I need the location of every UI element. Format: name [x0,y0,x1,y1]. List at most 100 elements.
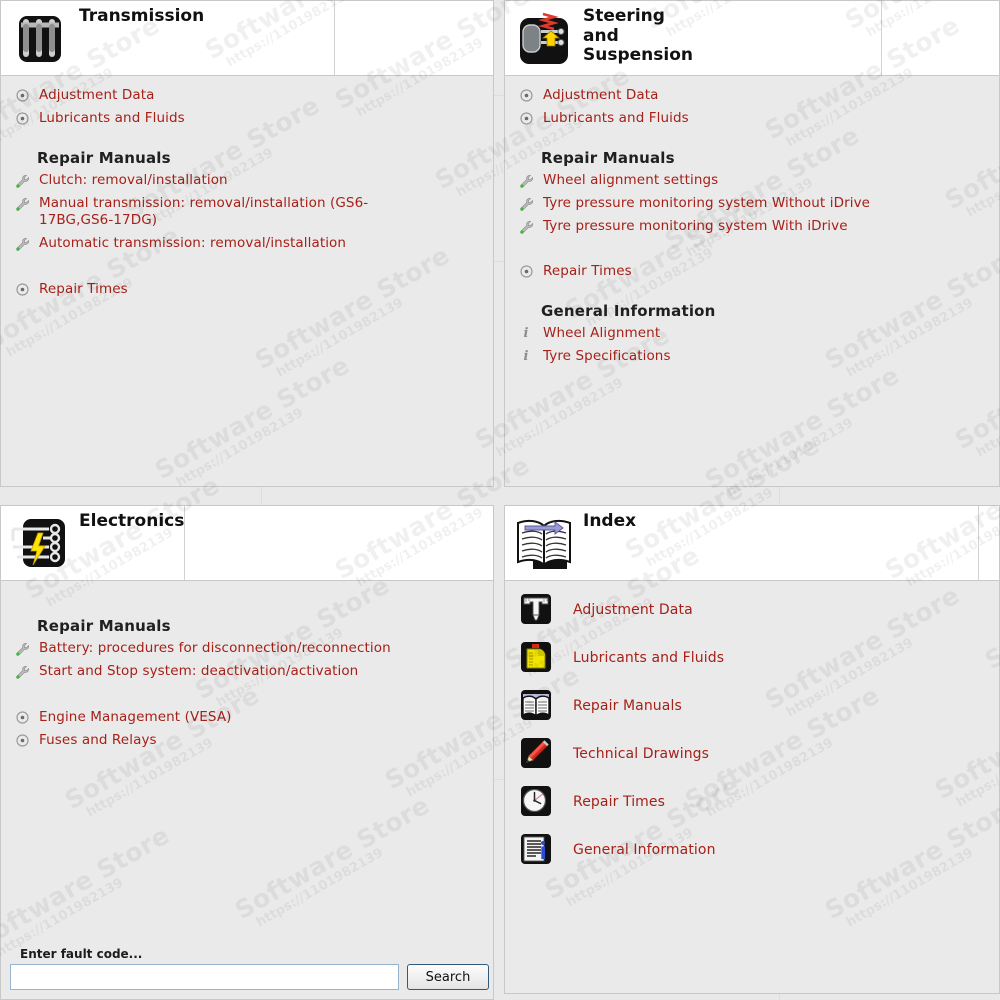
link-label: Clutch: removal/installation [39,171,228,188]
link-label: Fuses and Relays [39,731,157,748]
wrench-icon [11,663,33,680]
pencil-ruler-icon [519,737,553,769]
steering-body: Adjustment Data Lubricants and Fluids Re… [505,76,999,368]
clock-icon [519,785,553,817]
link-automatic-transmission-removal-installation[interactable]: Automatic transmission: removal/installa… [1,232,493,255]
link-tpms-with-idrive[interactable]: Tyre pressure monitoring system With iDr… [505,215,999,238]
link-tpms-without-idrive[interactable]: Tyre pressure monitoring system Without … [505,192,999,215]
fault-code-search: Enter fault code... Search [2,947,497,998]
link-label: Battery: procedures for disconnection/re… [39,640,391,656]
link-label: Engine Management (VESA) [39,708,232,725]
index-item-label: Adjustment Data [573,602,693,618]
transmission-header: Transmission [1,1,493,76]
bullet-dot-icon [11,732,33,747]
fault-code-input[interactable] [10,964,399,990]
index-item-label: Technical Drawings [573,746,710,762]
link-adjustment-data[interactable]: Adjustment Data [1,84,493,107]
bullet-dot-icon [11,110,33,125]
search-button[interactable]: Search [407,964,489,990]
index-item-label: Lubricants and Fluids [573,650,725,666]
link-label: Lubricants and Fluids [543,110,689,127]
link-repair-times[interactable]: Repair Times [505,260,999,283]
fault-code-label: Enter fault code... [20,947,143,961]
link-lubricants-and-fluids[interactable]: Lubricants and Fluids [1,107,493,130]
section-repair-manuals: Repair Manuals [37,148,171,167]
bullet-dot-icon [11,87,33,102]
caliper-icon [519,593,553,625]
electronics-header: Electronics [1,506,493,581]
wrench-icon [11,172,33,189]
bullet-dot-icon [11,709,33,724]
header-divider [184,506,185,580]
panel-transmission: Transmission Adjustment Data Lubricants … [0,0,494,487]
link-lubricants-and-fluids[interactable]: Lubricants and Fluids [505,107,999,130]
link-tyre-specifications[interactable]: i Tyre Specifications [505,345,999,368]
index-item-label: Repair Manuals [573,698,682,714]
open-book-icon [519,689,553,721]
link-start-stop-system[interactable]: Start and Stop system: deactivation/acti… [1,660,493,683]
steering-header: Steering and Suspension [505,1,999,76]
header-divider [881,1,882,75]
bullet-dot-icon [11,281,33,296]
index-title: Index [583,511,637,531]
index-item-adjustment-data[interactable]: Adjustment Data [505,585,999,633]
index-item-label: Repair Times [573,794,666,810]
wrench-icon [515,218,537,235]
wrench-icon [515,172,537,189]
link-label: Repair Times [39,280,128,297]
link-label: Tyre pressure monitoring system Without … [543,194,871,211]
section-repair-manuals: Repair Manuals [37,617,171,635]
link-label: Tyre pressure monitoring system With iDr… [543,218,848,235]
electronics-title: Electronics [79,511,185,531]
link-engine-management-vesa[interactable]: Engine Management (VESA) [1,706,493,729]
link-label: Adjustment Data [39,87,155,103]
transmission-gears-icon [9,8,71,70]
header-divider [334,1,335,75]
electronics-circuit-icon [9,513,71,575]
info-i-icon: i [523,348,529,364]
document-info-icon [519,833,553,865]
index-item-repair-manuals[interactable]: Repair Manuals [505,681,999,729]
section-general-information: General Information [541,301,716,320]
electronics-body: Repair Manuals Battery: procedures for d… [1,581,493,752]
link-battery-disconnection-reconnection[interactable]: Battery: procedures for disconnection/re… [1,637,493,660]
panel-electronics: Electronics Repair Manuals Battery: proc… [0,505,494,1000]
section-repair-manuals: Repair Manuals [541,148,675,167]
link-label: Manual transmission: removal/installatio… [39,194,369,229]
steering-title: Steering and Suspension [583,6,693,66]
wrench-icon [515,195,537,212]
index-item-repair-times[interactable]: Repair Times [505,777,999,825]
header-divider [978,506,979,580]
index-item-general-information[interactable]: General Information [505,825,999,873]
info-i-icon: i [523,325,529,341]
panel-steering-and-suspension: Steering and Suspension Adjustment Data … [504,0,1000,487]
link-label: Adjustment Data [543,87,659,103]
wrench-icon [11,640,33,657]
transmission-title: Transmission [79,6,205,26]
index-item-lubricants-and-fluids[interactable]: Lubricants and Fluids [505,633,999,681]
index-header: Index [505,506,999,581]
link-wheel-alignment[interactable]: i Wheel Alignment [505,322,999,345]
bullet-dot-icon [515,87,537,102]
wrench-icon [11,195,33,212]
suspension-strut-icon [513,8,575,70]
link-label: Lubricants and Fluids [39,110,185,127]
link-clutch-removal-installation[interactable]: Clutch: removal/installation [1,169,493,192]
link-adjustment-data[interactable]: Adjustment Data [505,84,999,107]
open-book-arrow-icon [513,513,575,575]
link-repair-times[interactable]: Repair Times [1,278,493,301]
index-item-technical-drawings[interactable]: Technical Drawings [505,729,999,777]
link-manual-transmission-removal-installation[interactable]: Manual transmission: removal/installatio… [1,192,493,233]
link-label: Start and Stop system: deactivation/acti… [39,663,359,680]
oil-can-icon [519,641,553,673]
link-label: Repair Times [543,263,632,280]
link-wheel-alignment-settings[interactable]: Wheel alignment settings [505,169,999,192]
link-fuses-and-relays[interactable]: Fuses and Relays [1,729,493,752]
panel-index: Index Adjustment Data Lubricants and Flu… [504,505,1000,994]
bullet-dot-icon [515,110,537,125]
transmission-body: Adjustment Data Lubricants and Fluids Re… [1,76,493,301]
link-label: Wheel alignment settings [543,171,719,188]
link-label: Wheel Alignment [543,324,661,341]
